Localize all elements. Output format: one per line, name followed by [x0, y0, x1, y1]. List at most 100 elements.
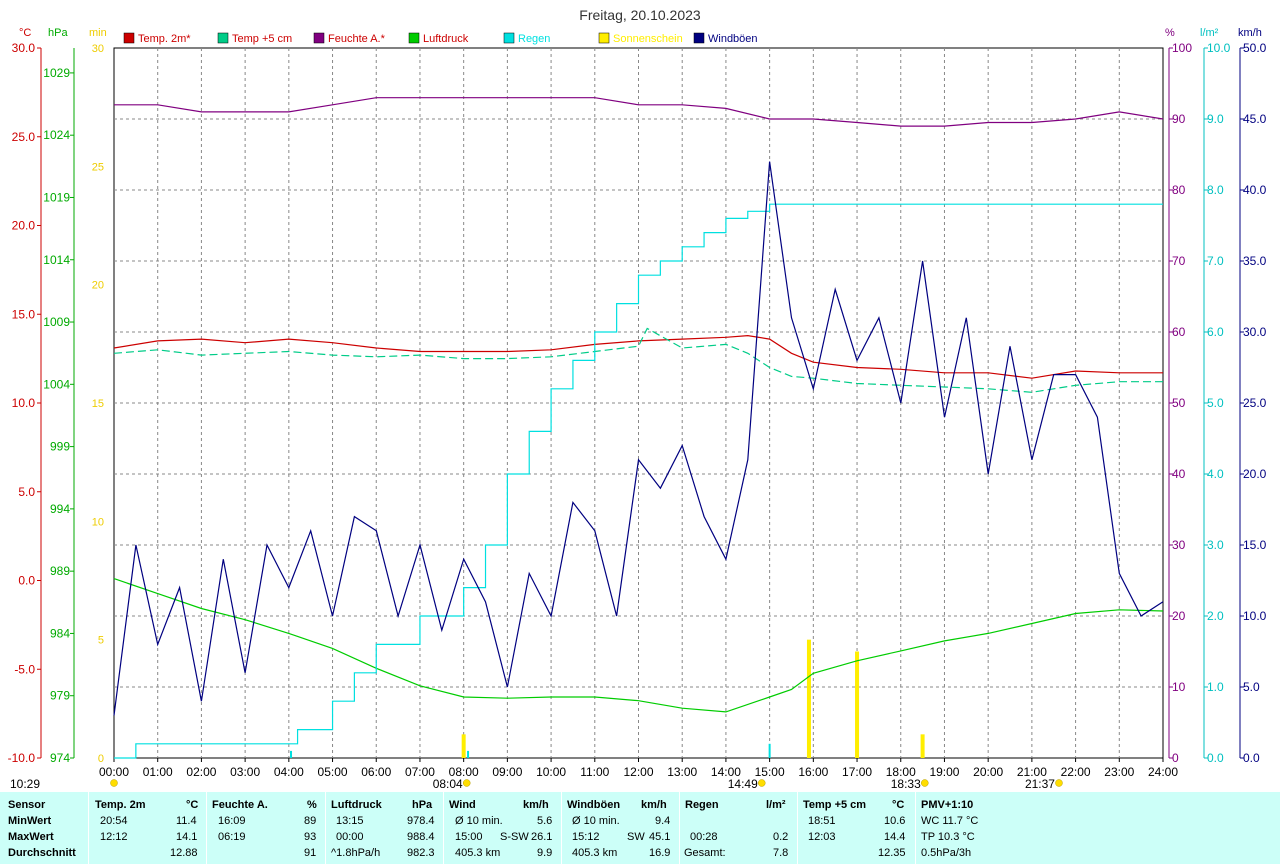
header-feuchte: Feuchte A.: [212, 799, 268, 811]
humidity-tick-label: 0: [1172, 751, 1179, 765]
header-wind-unit: km/h: [523, 799, 549, 811]
cell-wind-dir: S-SW: [500, 831, 529, 843]
humidity-unit-label: %: [1165, 27, 1175, 39]
header-boeen-unit: km/h: [641, 799, 667, 811]
temp-tick-label: 0.0: [18, 574, 35, 588]
x-tick-label: 06:00: [361, 765, 391, 779]
cell-druck-time: ^1.8hPa/h: [331, 847, 381, 859]
rain-tick-label: 2.0: [1207, 609, 1224, 623]
rain-tick-label: 7.0: [1207, 254, 1224, 268]
temp-tick-label: 30.0: [12, 41, 36, 55]
cell-wind-label: Ø 10 min.: [455, 815, 503, 827]
sun-unit-label: min: [89, 27, 107, 39]
header-regen: Regen: [685, 799, 719, 811]
humidity-tick-label: 90: [1172, 112, 1186, 126]
wind-tick-label: 25.0: [1243, 396, 1267, 410]
legend-label: Temp. 2m*: [138, 33, 191, 45]
wind-tick-label: 5.0: [1243, 680, 1260, 694]
x-tick-label: 13:00: [667, 765, 697, 779]
wind-tick-label: 40.0: [1243, 183, 1267, 197]
humidity-tick-label: 10: [1172, 680, 1186, 694]
sun-tick-label: 20: [92, 280, 104, 292]
humidity-tick-label: 40: [1172, 467, 1186, 481]
pressure-tick-label: 974: [50, 751, 70, 765]
wind-tick-label: 10.0: [1243, 609, 1267, 623]
header-temp5: Temp +5 cm: [803, 799, 867, 811]
x-tick-label: 01:00: [143, 765, 173, 779]
x-tick-label: 05:00: [318, 765, 348, 779]
x-tick-label: 07:00: [405, 765, 435, 779]
x-tick-label: 12:00: [623, 765, 653, 779]
cell-regen-time: 00:28: [690, 831, 718, 843]
cell-feuchte-value: 91: [304, 847, 317, 859]
legend-swatch: [313, 32, 325, 44]
cell-feuchte-time: 16:09: [218, 815, 246, 827]
header-druck: Luftdruck: [331, 799, 382, 811]
x-tick-label: 00:00: [99, 765, 129, 779]
cell-feuchte-value: 93: [304, 831, 317, 843]
legend-label: Luftdruck: [423, 33, 469, 45]
x-tick-label: 15:00: [755, 765, 785, 779]
sun-marker: [110, 779, 118, 787]
rain-tick-label: 0.0: [1207, 751, 1224, 765]
sun-tick-label: 0: [98, 753, 104, 765]
cell-druck-time: 13:15: [336, 815, 364, 827]
x-tick-label: 17:00: [842, 765, 872, 779]
humidity-tick-label: 70: [1172, 254, 1186, 268]
cell-temp5-value: 12.35: [878, 847, 906, 859]
row-label: MinWert: [8, 815, 52, 827]
temp-tick-label: 20.0: [12, 219, 36, 233]
header-pmv: PMV+1:10: [921, 799, 974, 811]
x-tick-label: 11:00: [580, 765, 609, 779]
wind-tick-label: 45.0: [1243, 112, 1267, 126]
rain-tick-label: 6.0: [1207, 325, 1224, 339]
humidity-tick-label: 100: [1172, 41, 1192, 55]
humidity-tick-label: 60: [1172, 325, 1186, 339]
sun-marker-label: 21:37: [1025, 777, 1055, 791]
pressure-tick-label: 1014: [43, 253, 70, 267]
cell-druck-value: 988.4: [407, 831, 435, 843]
cell-pmv: WC 11.7 °C: [921, 815, 979, 827]
pressure-tick-label: 1004: [43, 377, 70, 391]
sun-marker-label: 18:33: [891, 777, 921, 791]
sun-tick-label: 5: [98, 635, 104, 647]
cell-temp-time: 20:54: [100, 815, 128, 827]
header-regen-unit: l/m²: [766, 799, 786, 811]
x-tick-label: 10:00: [536, 765, 566, 779]
legend-label: Regen: [518, 33, 550, 45]
wind-tick-label: 20.0: [1243, 467, 1267, 481]
cell-druck-value: 978.4: [407, 815, 435, 827]
header-sensor: Sensor: [8, 799, 46, 811]
sun-tick-label: 10: [92, 516, 104, 528]
row-label: MaxWert: [8, 831, 54, 843]
cell-wind-label: 405.3 km: [455, 847, 501, 859]
cell-druck-time: 00:00: [336, 831, 364, 843]
wind-tick-label: 0.0: [1243, 751, 1260, 765]
x-tick-label: 02:00: [186, 765, 216, 779]
chart-title: Freitag, 20.10.2023: [579, 7, 701, 23]
rain-tick-label: 8.0: [1207, 183, 1224, 197]
rain-tick-label: 1.0: [1207, 680, 1224, 694]
pressure-tick-label: 994: [50, 502, 70, 516]
header-feuchte-unit: %: [307, 799, 317, 811]
humidity-tick-label: 20: [1172, 609, 1186, 623]
legend-label: Sonnenschein: [613, 33, 683, 45]
sun-marker: [462, 779, 471, 787]
weather-chart: Freitag, 20.10.2023 Temp. 2m* Temp +5 cm Fe…: [8, 7, 1267, 791]
x-tick-label: 24:00: [1148, 765, 1178, 779]
x-tick-label: 20:00: [973, 765, 1003, 779]
sunshine-bar: [806, 639, 811, 758]
temp-tick-label: 5.0: [18, 485, 35, 499]
sun-marker-label: 10:29: [10, 777, 40, 791]
sunshine-bar: [461, 734, 466, 758]
pressure-tick-label: 1024: [43, 128, 70, 142]
temp-tick-label: 10.0: [12, 396, 36, 410]
legend-label: Feuchte A.*: [328, 33, 386, 45]
cell-temp-value: 12.88: [170, 847, 198, 859]
cell-wind-label: 15:00: [455, 831, 483, 843]
legend-swatch: [693, 32, 705, 44]
temp-tick-label: -5.0: [14, 662, 35, 676]
header-boeen: Windböen: [567, 799, 621, 811]
header-druck-unit: hPa: [412, 799, 433, 811]
sun-tick-label: 15: [92, 398, 104, 410]
